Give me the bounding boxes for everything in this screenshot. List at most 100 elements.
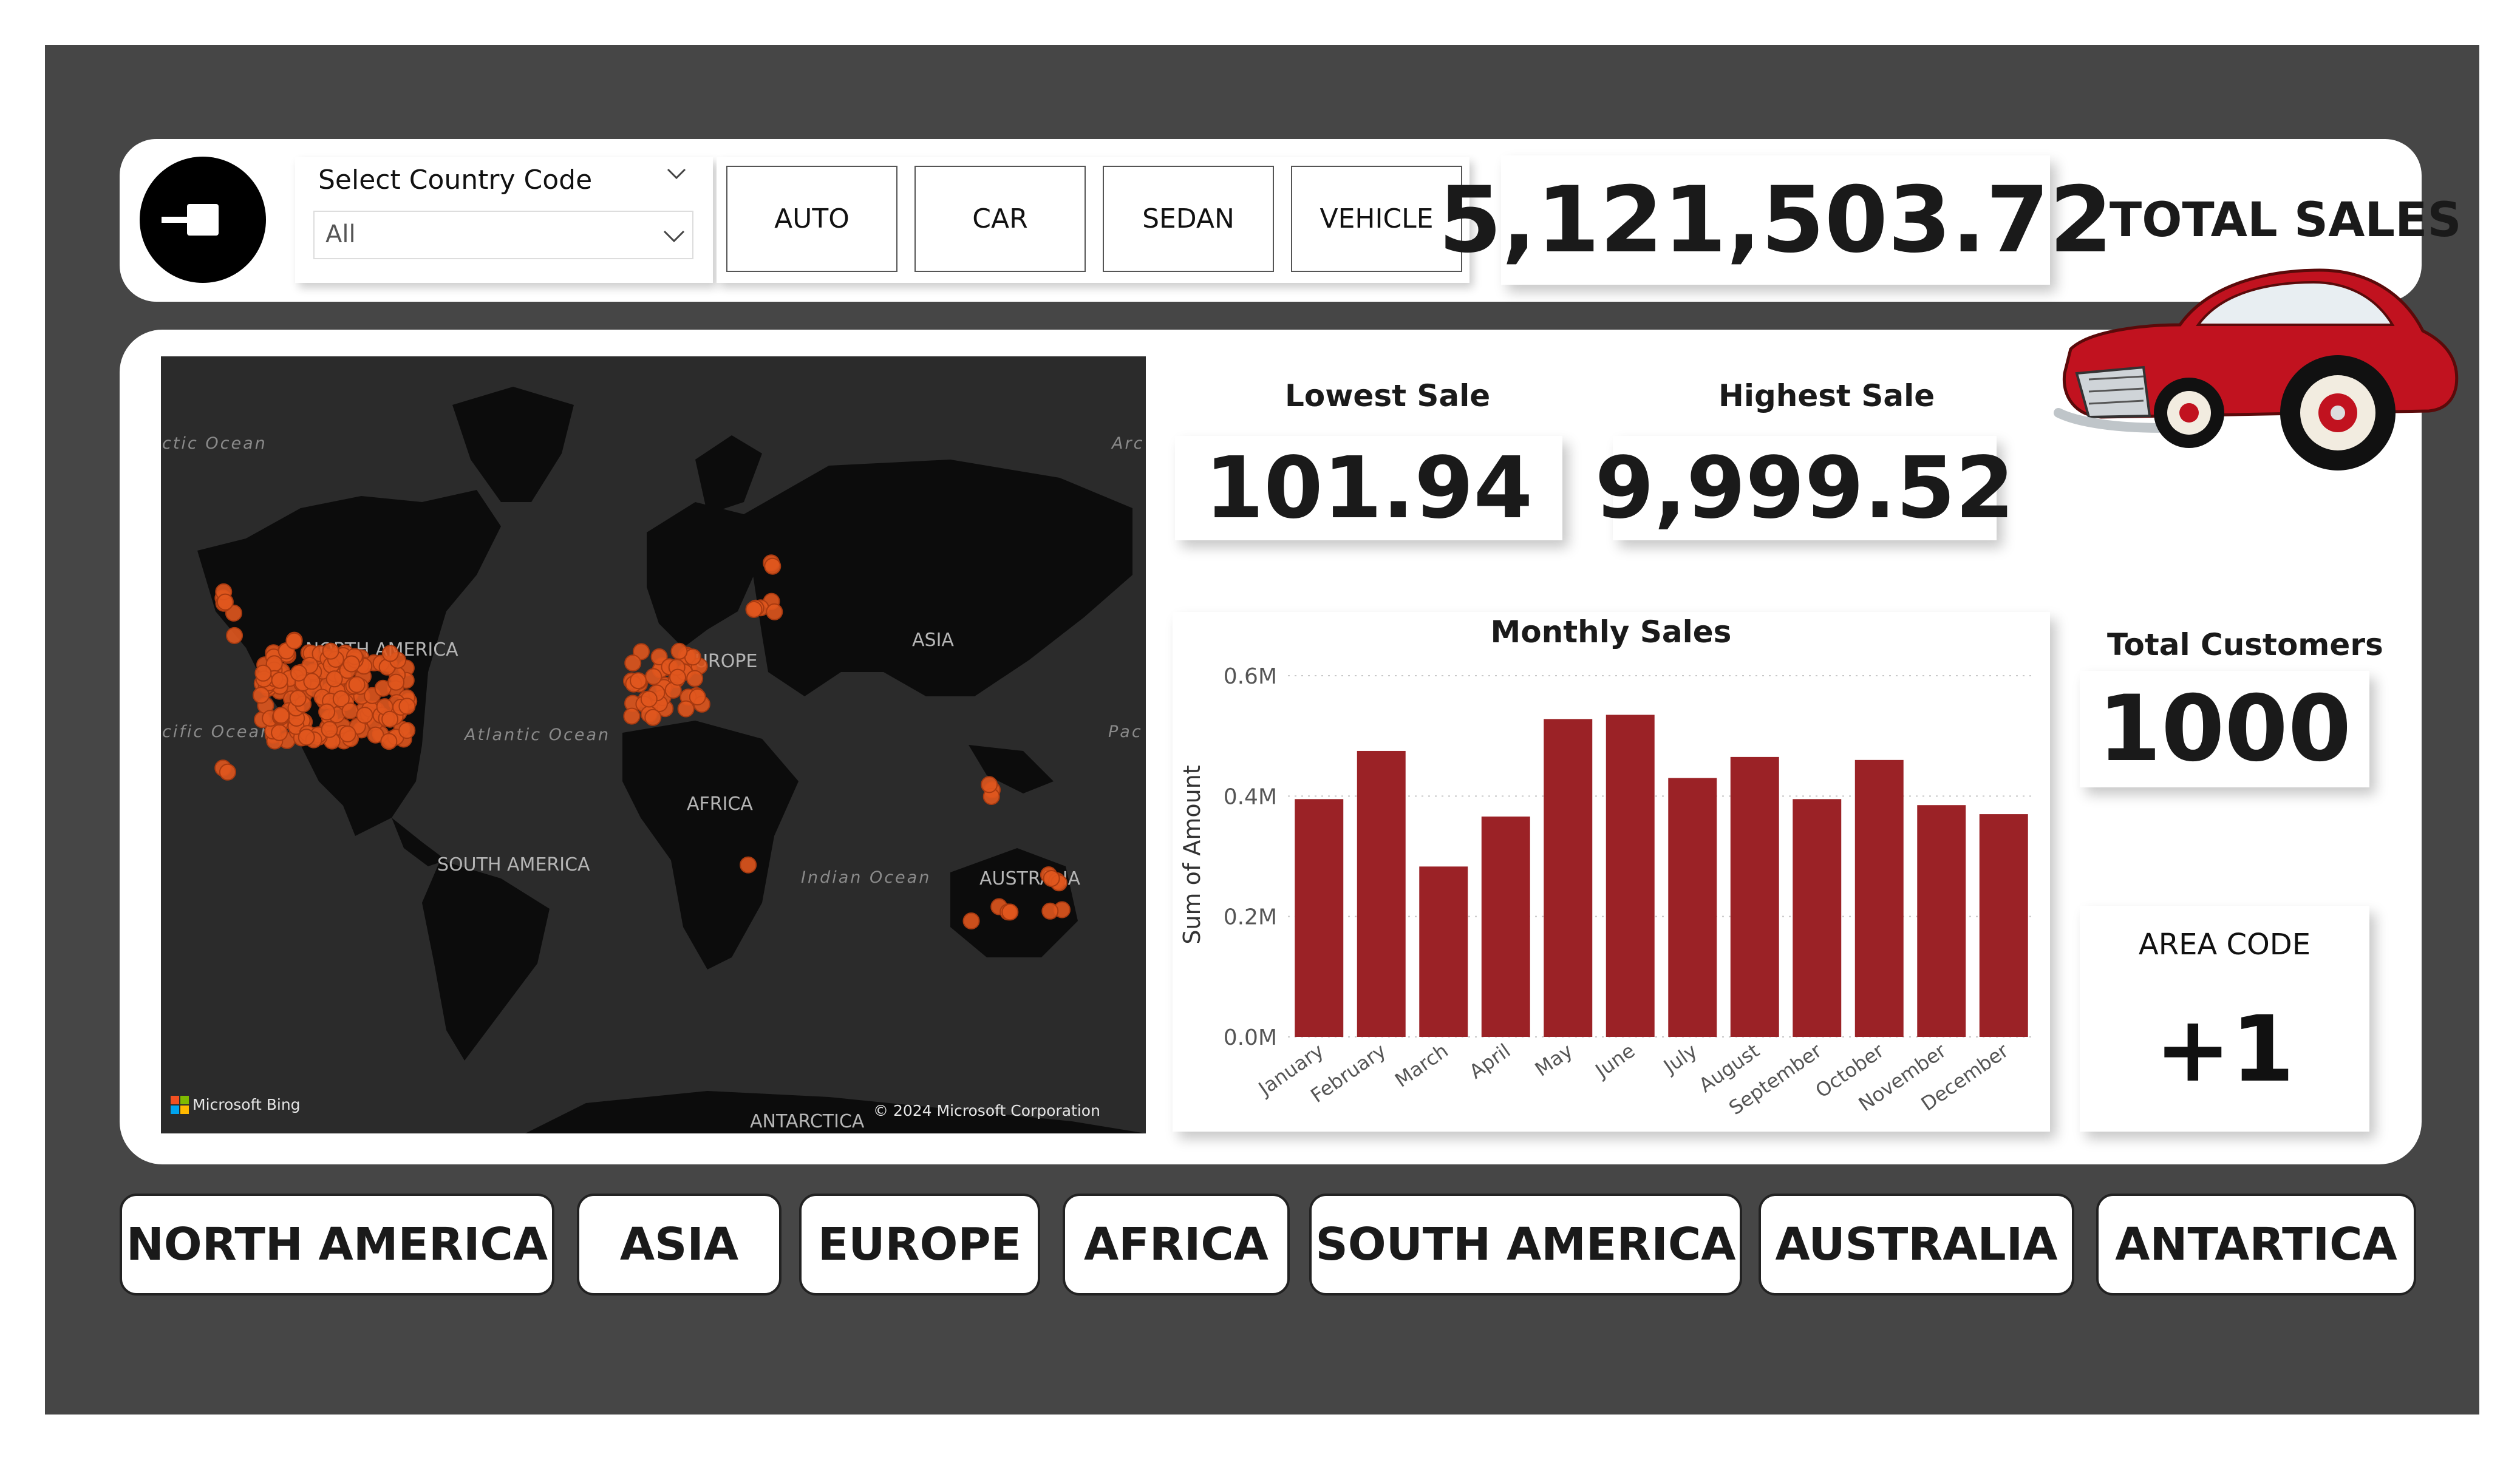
sales-location-dot[interactable] <box>356 707 373 724</box>
chart-bar-october[interactable] <box>1854 759 1904 1037</box>
region-button-north-america[interactable]: NORTH AMERICA <box>120 1194 554 1296</box>
total-sales-label: TOTAL SALES <box>2110 193 2462 248</box>
sales-location-dot[interactable] <box>962 912 980 929</box>
chart-y-tick-label: 0.6M <box>1224 664 1277 689</box>
highest-sale-value: 9,999.52 <box>1595 436 2014 540</box>
sales-location-dot[interactable] <box>348 676 366 693</box>
sales-location-dot[interactable] <box>387 673 405 691</box>
sales-location-dot[interactable] <box>644 708 662 726</box>
chart-bar-july[interactable] <box>1668 778 1717 1037</box>
chart-y-tick-label: 0.2M <box>1224 905 1277 930</box>
sales-location-dot[interactable] <box>981 776 998 793</box>
sales-location-dot[interactable] <box>216 593 234 611</box>
region-button-asia[interactable]: ASIA <box>577 1194 782 1296</box>
chart-y-tick-label: 0.4M <box>1224 784 1277 809</box>
sales-location-dot[interactable] <box>677 700 695 718</box>
total-customers-label: Total Customers <box>2107 627 2383 662</box>
sales-location-dot[interactable] <box>318 703 336 721</box>
chart-bar-june[interactable] <box>1606 715 1655 1037</box>
type-button-car[interactable]: CAR <box>914 166 1086 272</box>
sales-location-dot[interactable] <box>745 600 763 618</box>
chart-bar-april[interactable] <box>1481 817 1530 1037</box>
monthly-sales-chart-svg: Monthly Sales Sum of Amount 0.0M 0.2M 0.4M… <box>1179 614 2035 1119</box>
sales-location-dot[interactable] <box>689 688 706 705</box>
chart-bar-august[interactable] <box>1730 756 1779 1037</box>
sales-location-dot[interactable] <box>253 687 270 704</box>
sales-location-dot[interactable] <box>339 725 356 742</box>
sales-location-dot[interactable] <box>623 707 641 725</box>
country-code-slicer[interactable]: Select Country Code All <box>295 157 713 283</box>
chevron-down-icon[interactable] <box>661 223 687 250</box>
region-button-antartica[interactable]: ANTARTICA <box>2096 1194 2416 1296</box>
sales-location-dot[interactable] <box>289 690 307 707</box>
sales-location-dot[interactable] <box>341 702 359 720</box>
chevron-down-icon[interactable] <box>664 162 689 186</box>
sales-location-dot[interactable] <box>380 733 398 750</box>
sales-location-dot[interactable] <box>271 671 288 689</box>
chart-y-axis-label: Sum of Amount <box>1179 765 1205 944</box>
sales-map[interactable]: ctic Ocean Arc cific Ocean Pac Atlantic … <box>161 356 1146 1133</box>
chart-bar-december[interactable] <box>1979 814 2028 1037</box>
chart-bar-february[interactable] <box>1357 750 1406 1037</box>
sales-location-dot[interactable] <box>740 856 757 874</box>
region-button-africa[interactable]: AFRICA <box>1063 1194 1290 1296</box>
sales-location-dot[interactable] <box>381 710 399 728</box>
lowest-sale-value: 101.94 <box>1175 436 1562 540</box>
region-button-europe[interactable]: EUROPE <box>799 1194 1040 1296</box>
country-code-dropdown[interactable]: All <box>313 211 693 259</box>
type-button-vehicle[interactable]: VEHICLE <box>1291 166 1462 272</box>
sales-location-dot[interactable] <box>640 690 658 708</box>
lowest-sale-label: Lowest Sale <box>1285 378 1491 413</box>
sales-location-dot[interactable] <box>290 664 307 682</box>
sales-location-dot[interactable] <box>398 722 416 739</box>
sales-location-dot[interactable] <box>219 763 236 781</box>
sales-location-dot[interactable] <box>766 603 783 620</box>
sales-location-dot[interactable] <box>1043 870 1060 887</box>
sales-location-dot[interactable] <box>645 668 662 685</box>
region-button-south-america[interactable]: SOUTH AMERICA <box>1309 1194 1742 1296</box>
sales-location-dot[interactable] <box>342 655 360 673</box>
sales-location-dot[interactable] <box>226 627 243 644</box>
sales-location-dot[interactable] <box>624 654 642 672</box>
sales-location-dot[interactable] <box>686 670 704 687</box>
sales-location-dot[interactable] <box>271 724 288 741</box>
total-sales-value: 5,121,503.72 <box>1439 155 2113 285</box>
type-button-sedan[interactable]: SEDAN <box>1103 166 1274 272</box>
chart-x-tick-label: April <box>1465 1039 1515 1083</box>
chart-bar-january[interactable] <box>1295 799 1344 1037</box>
area-code-label: AREA CODE <box>2138 928 2311 962</box>
chart-x-tick-label: May <box>1531 1039 1577 1081</box>
sales-location-dot[interactable] <box>669 668 686 686</box>
region-button-australia[interactable]: AUSTRALIA <box>1759 1194 2074 1296</box>
chart-bar-march[interactable] <box>1419 866 1468 1037</box>
type-button-auto[interactable]: AUTO <box>726 166 897 272</box>
sales-location-dot[interactable] <box>285 632 303 650</box>
area-code-value: +1 <box>2154 997 2295 1102</box>
chart-x-tick-label: June <box>1590 1039 1640 1082</box>
sales-location-dot[interactable] <box>273 707 290 724</box>
sales-location-dot[interactable] <box>254 664 272 682</box>
monthly-sales-chart[interactable]: Monthly Sales Sum of Amount 0.0M 0.2M 0.4M… <box>1173 612 2050 1132</box>
slicer-title: Select Country Code <box>318 165 593 195</box>
sales-location-dot[interactable] <box>764 557 782 575</box>
highest-sale-label: Highest Sale <box>1718 378 1935 413</box>
vehicle-type-slicer: AUTO CAR SEDAN VEHICLE <box>717 157 1469 283</box>
chart-bar-may[interactable] <box>1544 719 1593 1037</box>
sales-location-dots <box>214 554 1071 929</box>
sales-location-dot[interactable] <box>670 642 688 660</box>
chart-bar-september[interactable] <box>1793 799 1842 1037</box>
sales-location-dot[interactable] <box>1041 902 1059 920</box>
sales-location-dot[interactable] <box>1001 903 1019 921</box>
dropdown-value: All <box>325 220 356 248</box>
sales-location-dot[interactable] <box>321 721 338 738</box>
sales-location-dot[interactable] <box>398 698 416 715</box>
total-customers-value: 1000 <box>2080 671 2369 787</box>
sales-location-dot[interactable] <box>630 672 647 690</box>
uber-logo <box>140 157 266 283</box>
sales-location-dot[interactable] <box>298 728 315 746</box>
chart-bar-november[interactable] <box>1917 805 1966 1037</box>
sales-location-dot[interactable] <box>322 642 339 660</box>
sales-location-dot[interactable] <box>381 645 399 662</box>
chart-x-tick-label: March <box>1391 1039 1452 1092</box>
red-vintage-car-illustration <box>2054 268 2459 470</box>
